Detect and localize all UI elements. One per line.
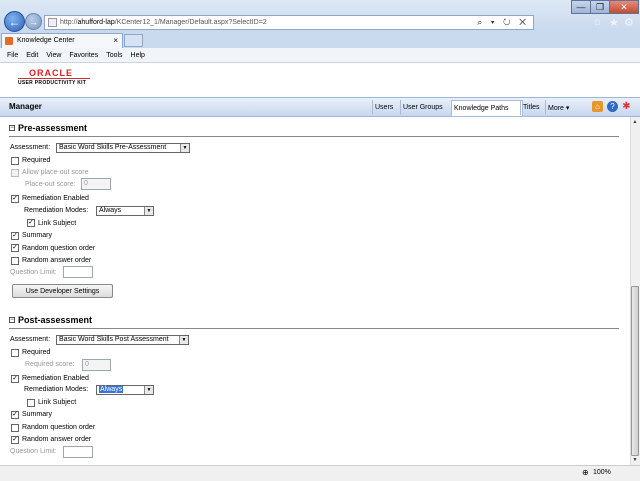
tab-knowledge-center[interactable]: Knowledge Center × (1, 33, 123, 48)
zoom-icon[interactable]: ⊕ (582, 468, 589, 477)
scroll-up-icon[interactable]: ▲ (631, 118, 639, 126)
menu-favorites[interactable]: Favorites (69, 52, 98, 59)
pre-random-question-checkbox[interactable]: ✓ (11, 244, 19, 252)
chevron-down-icon: ▼ (144, 386, 153, 394)
pre-summary-label: Summary (22, 232, 52, 239)
pre-assessment-title: Pre-assessment (18, 123, 88, 133)
post-required-label: Required (22, 349, 51, 356)
post-question-limit-label: Question Limit: (10, 448, 57, 455)
status-bar (0, 465, 640, 481)
pre-question-limit-input[interactable] (63, 266, 93, 278)
tab-title: Knowledge Center (17, 37, 75, 44)
post-collapse-icon[interactable]: − (9, 317, 15, 323)
pre-assessment-label: Assessment: (10, 144, 51, 151)
home-icon[interactable]: ⌂ (594, 16, 601, 28)
menu-file[interactable]: File (7, 52, 18, 59)
url-text: http://ahufford-lap/KCenter12_1/Manager/… (60, 19, 267, 26)
pre-required-label: Required (22, 157, 51, 164)
address-controls[interactable]: ⌕ ▾ ↻ ✕ (477, 17, 529, 28)
post-remediation-modes-select[interactable]: Always ▼ (96, 385, 154, 395)
pre-allow-placeout-checkbox[interactable] (11, 169, 19, 177)
chevron-down-icon: ▼ (144, 207, 153, 215)
menu-bar: File Edit View Favorites Tools Help (0, 48, 640, 63)
pre-collapse-icon[interactable]: − (9, 125, 15, 131)
pre-link-subject-checkbox[interactable]: ✓ (27, 219, 35, 227)
favorites-star-icon[interactable]: ★ (609, 16, 619, 29)
product-name: USER PRODUCTIVITY KIT (18, 80, 87, 86)
post-summary-label: Summary (22, 411, 52, 418)
post-random-question-label: Random question order (22, 424, 96, 431)
post-required-checkbox[interactable] (11, 349, 19, 357)
menu-view[interactable]: View (46, 52, 61, 59)
post-required-score-label: Required score: (25, 361, 75, 368)
chevron-down-icon: ▼ (179, 336, 188, 344)
minimize-button[interactable]: — (571, 0, 591, 14)
post-assessment-select[interactable]: Basic Word Skills Post Assessment ▼ (56, 335, 189, 345)
post-random-answer-checkbox[interactable]: ✓ (11, 436, 19, 444)
post-remediation-checkbox[interactable]: ✓ (11, 375, 19, 383)
pre-remediation-label: Remediation Enabled (22, 195, 89, 202)
maximize-button[interactable]: ❐ (590, 0, 610, 14)
pre-summary-checkbox[interactable]: ✓ (11, 232, 19, 240)
menu-edit[interactable]: Edit (26, 52, 38, 59)
oracle-logo: ORACLE (29, 68, 73, 78)
close-window-button[interactable]: ✕ (609, 0, 639, 14)
pre-random-answer-label: Random answer order (22, 257, 92, 264)
scroll-down-icon[interactable]: ▼ (631, 456, 639, 464)
post-assessment-label: Assessment: (10, 336, 51, 343)
pre-placeout-score-input[interactable]: 0 (81, 178, 111, 190)
tab-strip: Knowledge Center × (0, 32, 640, 48)
post-random-question-checkbox[interactable] (11, 424, 19, 432)
section-divider (9, 328, 619, 329)
post-required-score-input[interactable]: 0 (82, 359, 111, 371)
pre-placeout-score-label: Place-out score: (25, 181, 76, 188)
page-title: Manager (9, 102, 42, 111)
post-assessment-title: Post-assessment (18, 315, 93, 325)
pre-link-subject-label: Link Subject (38, 220, 77, 227)
post-summary-checkbox[interactable]: ✓ (11, 411, 19, 419)
pre-allow-placeout-label: Allow place-out score (22, 169, 89, 176)
menu-tools[interactable]: Tools (106, 52, 122, 59)
back-arrow-icon: ← (8, 14, 21, 29)
pre-remediation-modes-label: Remediation Modes: (24, 207, 89, 214)
help-icon[interactable]: ? (607, 101, 618, 112)
post-remediation-modes-label: Remediation Modes: (24, 386, 89, 393)
logout-icon[interactable]: ✱ (621, 101, 632, 112)
post-question-limit-input[interactable] (63, 446, 93, 458)
chevron-down-icon: ▼ (180, 144, 189, 152)
post-random-answer-label: Random answer order (22, 436, 92, 443)
page-header (0, 63, 640, 97)
pre-assessment-select[interactable]: Basic Word Skills Pre-Assessment ▼ (56, 143, 190, 153)
pre-remediation-checkbox[interactable]: ✓ (11, 195, 19, 203)
logo-divider (18, 78, 90, 79)
pre-random-answer-checkbox[interactable] (11, 257, 19, 265)
nav-user-groups[interactable]: User Groups (400, 100, 453, 115)
scrollbar-thumb[interactable] (631, 286, 639, 456)
section-divider (9, 136, 619, 137)
nav-knowledge-paths[interactable]: Knowledge Paths (451, 100, 523, 117)
nav-more[interactable]: More ▾ (545, 100, 583, 115)
tools-gear-icon[interactable]: ⚙ (624, 16, 634, 29)
back-button[interactable]: ← (4, 11, 25, 32)
forward-arrow-icon: → (29, 16, 38, 27)
home-icon[interactable]: ⌂ (592, 101, 603, 112)
new-tab-button[interactable] (124, 34, 143, 47)
page-icon (48, 18, 57, 27)
menu-help[interactable]: Help (131, 52, 145, 59)
pre-required-checkbox[interactable] (11, 157, 19, 165)
pre-question-limit-label: Question Limit: (10, 269, 57, 276)
use-developer-settings-button[interactable]: Use Developer Settings (12, 284, 113, 298)
forward-button[interactable]: → (25, 13, 42, 30)
post-link-subject-checkbox[interactable] (27, 399, 35, 407)
site-favicon-icon (5, 37, 13, 45)
pre-random-question-label: Random question order (22, 245, 96, 252)
post-remediation-label: Remediation Enabled (22, 375, 89, 382)
address-bar[interactable]: http://ahufford-lap/KCenter12_1/Manager/… (44, 15, 534, 30)
pre-remediation-modes-select[interactable]: Always ▼ (96, 206, 154, 216)
tab-close-icon[interactable]: × (113, 36, 118, 45)
zoom-level[interactable]: 100% (593, 469, 611, 476)
post-link-subject-label: Link Subject (38, 399, 77, 406)
